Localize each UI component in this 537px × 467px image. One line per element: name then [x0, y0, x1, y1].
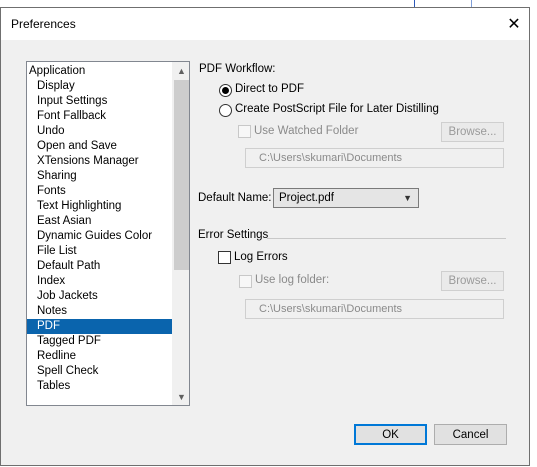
postscript-radio[interactable] — [219, 104, 232, 117]
sidebar-item-font-fallback[interactable]: Font Fallback — [27, 109, 172, 124]
direct-to-pdf-radio[interactable] — [219, 84, 232, 97]
sidebar-item-dynamic-guides-color[interactable]: Dynamic Guides Color — [27, 229, 172, 244]
ok-button[interactable]: OK — [354, 424, 427, 445]
use-watched-folder-checkbox[interactable] — [238, 125, 251, 138]
sidebar-item-redline[interactable]: Redline — [27, 349, 172, 364]
cancel-button[interactable]: Cancel — [434, 424, 507, 445]
watched-folder-path-field[interactable]: C:\Users\skumari\Documents — [245, 148, 504, 168]
sidebar-item-default-path[interactable]: Default Path — [27, 259, 172, 274]
use-watched-folder-label: Use Watched Folder — [254, 125, 359, 137]
close-icon[interactable]: ✕ — [499, 8, 529, 40]
sidebar-item-index[interactable]: Index — [27, 274, 172, 289]
pdf-workflow-heading: PDF Workflow: — [199, 63, 276, 75]
use-log-folder-label: Use log folder: — [255, 274, 330, 286]
category-items: Application Display Input Settings Font Fal… — [27, 64, 172, 394]
watched-folder-browse-button[interactable]: Browse... — [441, 122, 504, 142]
sidebar-item-tagged-pdf[interactable]: Tagged PDF — [27, 334, 172, 349]
sidebar-item-open-and-save[interactable]: Open and Save — [27, 139, 172, 154]
sidebar-item-application[interactable]: Application — [27, 64, 172, 79]
default-name-value: Project.pdf — [279, 192, 334, 204]
postscript-label[interactable]: Create PostScript File for Later Distill… — [235, 103, 439, 115]
chevron-down-icon: ▼ — [403, 193, 412, 203]
direct-to-pdf-label[interactable]: Direct to PDF — [235, 83, 304, 95]
sidebar-item-input-settings[interactable]: Input Settings — [27, 94, 172, 109]
preferences-dialog: Preferences ✕ Application Display Input Se… — [0, 7, 530, 466]
sidebar-item-sharing[interactable]: Sharing — [27, 169, 172, 184]
list-scrollbar[interactable]: ▲ ▼ — [172, 62, 189, 405]
default-name-label: Default Name: — [198, 192, 272, 204]
sidebar-item-xtensions-manager[interactable]: XTensions Manager — [27, 154, 172, 169]
log-errors-checkbox[interactable] — [218, 251, 231, 264]
scroll-thumb[interactable] — [174, 80, 189, 270]
sidebar-item-job-jackets[interactable]: Job Jackets — [27, 289, 172, 304]
sidebar-item-fonts[interactable]: Fonts — [27, 184, 172, 199]
dialog-title: Preferences — [11, 17, 76, 31]
sidebar-item-notes[interactable]: Notes — [27, 304, 172, 319]
sidebar-item-tables[interactable]: Tables — [27, 379, 172, 394]
use-log-folder-checkbox[interactable] — [239, 275, 252, 288]
scroll-down-icon[interactable]: ▼ — [173, 388, 189, 405]
sidebar-item-undo[interactable]: Undo — [27, 124, 172, 139]
log-folder-browse-button[interactable]: Browse... — [441, 271, 504, 291]
error-settings-separator — [267, 238, 506, 239]
log-folder-path-field[interactable]: C:\Users\skumari\Documents — [245, 299, 504, 319]
preferences-category-list[interactable]: Application Display Input Settings Font Fal… — [26, 61, 190, 406]
default-name-select[interactable]: Project.pdf ▼ — [273, 188, 419, 208]
title-bar[interactable]: Preferences ✕ — [1, 8, 529, 40]
error-settings-heading: Error Settings — [198, 229, 269, 241]
scroll-up-icon[interactable]: ▲ — [173, 62, 189, 79]
sidebar-item-pdf[interactable]: PDF — [27, 319, 172, 334]
sidebar-item-text-highlighting[interactable]: Text Highlighting — [27, 199, 172, 214]
sidebar-item-display[interactable]: Display — [27, 79, 172, 94]
sidebar-item-spell-check[interactable]: Spell Check — [27, 364, 172, 379]
log-errors-label[interactable]: Log Errors — [234, 251, 288, 263]
sidebar-item-file-list[interactable]: File List — [27, 244, 172, 259]
sidebar-item-east-asian[interactable]: East Asian — [27, 214, 172, 229]
